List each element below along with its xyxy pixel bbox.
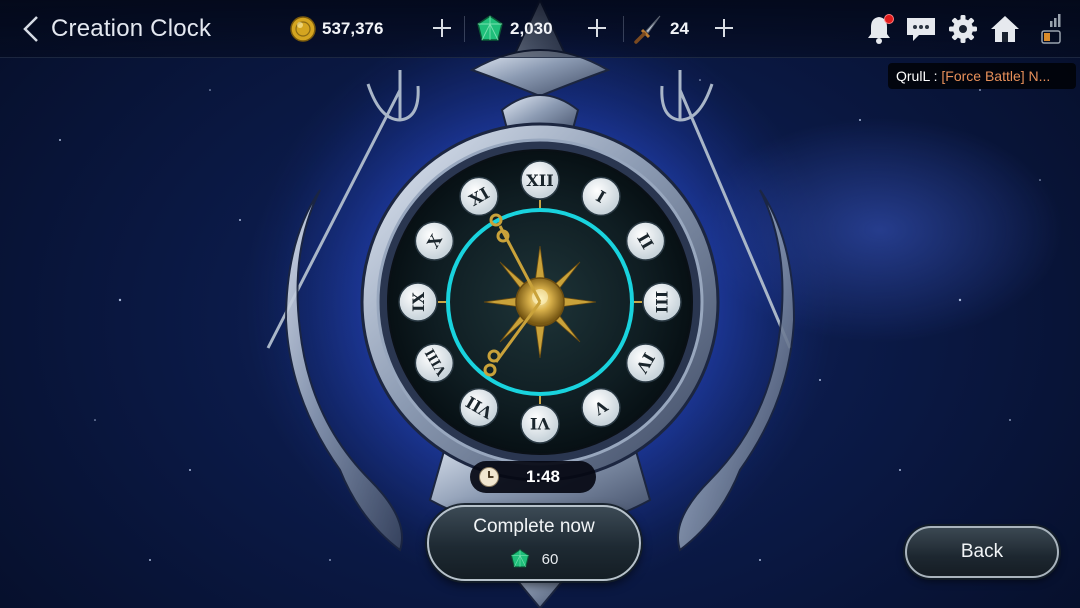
plus-icon <box>433 19 451 37</box>
back-button[interactable]: Back <box>905 526 1059 578</box>
divider <box>623 16 624 42</box>
numeral-ii: II <box>625 221 666 261</box>
timer-value: 1:48 <box>525 467 561 486</box>
chat-button[interactable] <box>904 12 938 46</box>
numeral-text: XII <box>526 171 553 190</box>
notifications-button[interactable] <box>862 12 896 46</box>
add-gems-button[interactable] <box>583 14 611 42</box>
numeral-xi: XI <box>459 176 499 217</box>
numeral-iii: III <box>642 282 682 322</box>
divider <box>464 16 465 42</box>
notification-dot <box>884 14 894 24</box>
chat-sender: QrulL : <box>896 68 942 84</box>
status-indicator <box>1034 12 1068 46</box>
top-bar: Creation Clock 537,376 2,030 24 <box>0 0 1080 58</box>
back-chevron-icon[interactable] <box>18 14 44 44</box>
numeral-xii: XII <box>520 160 560 200</box>
chat-ticker[interactable]: QrulL : [Force Battle] N... <box>888 63 1076 89</box>
settings-button[interactable] <box>946 12 980 46</box>
gold-coin-icon <box>290 16 316 42</box>
dagger-icon <box>634 15 661 44</box>
numeral-i: I <box>581 176 621 217</box>
chat-message: [Force Battle] N... <box>941 68 1051 84</box>
numeral-iv: IV <box>625 343 666 383</box>
numeral-x: X <box>414 221 455 261</box>
gem-counter: 2,030 <box>476 12 553 46</box>
numeral-text: VI <box>530 414 551 433</box>
plus-icon <box>588 19 606 37</box>
gem-icon <box>477 15 503 41</box>
gold-counter: 537,376 <box>290 12 383 46</box>
complete-now-cost: 60 <box>429 549 639 569</box>
signal-battery-icon <box>1041 14 1061 44</box>
dagger-amount: 24 <box>670 19 689 38</box>
gem-icon <box>510 549 529 568</box>
add-gold-button[interactable] <box>428 14 456 42</box>
page-title: Creation Clock <box>51 15 212 42</box>
chat-icon <box>907 18 935 41</box>
home-icon <box>991 16 1019 42</box>
numeral-viii: VIII <box>414 343 455 383</box>
complete-now-label: Complete now <box>473 516 595 537</box>
complete-now-button[interactable]: Complete now 60 <box>427 505 641 581</box>
numeral-ix: IX <box>398 282 438 322</box>
home-button[interactable] <box>988 12 1022 46</box>
numeral-text: IX <box>409 291 428 311</box>
add-daggers-button[interactable] <box>710 14 738 42</box>
numeral-text: III <box>652 291 671 313</box>
complete-cost-value: 60 <box>541 550 559 568</box>
remaining-timer: 1:48 <box>470 461 596 493</box>
clock-icon <box>479 467 499 487</box>
dagger-counter: 24 <box>632 12 689 46</box>
gem-amount: 2,030 <box>510 19 553 38</box>
numeral-vii: VII <box>459 387 499 428</box>
numeral-v: V <box>581 387 621 428</box>
numeral-vi: VI <box>520 404 560 444</box>
gear-icon <box>949 15 977 43</box>
plus-icon <box>715 19 733 37</box>
gold-amount: 537,376 <box>322 19 384 38</box>
